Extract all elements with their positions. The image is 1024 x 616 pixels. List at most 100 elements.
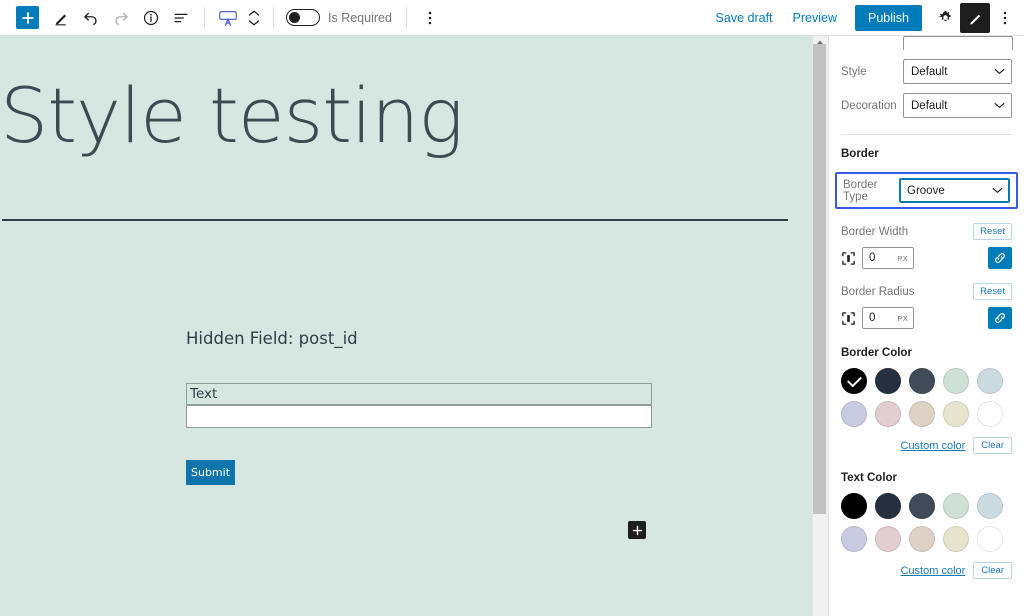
- save-draft-button[interactable]: Save draft: [706, 11, 783, 25]
- redo-icon[interactable]: [106, 3, 136, 33]
- text-color-clear-button[interactable]: Clear: [973, 562, 1012, 579]
- color-swatch[interactable]: [875, 368, 901, 394]
- styles-brush-button[interactable]: [960, 2, 990, 33]
- color-swatch[interactable]: [909, 401, 935, 427]
- link-icon: [995, 313, 1005, 323]
- border-type-row: Border Type Groove: [835, 172, 1018, 209]
- border-radius-unit: PX: [897, 313, 908, 323]
- toolbar-divider-3: [405, 6, 407, 29]
- text-color-title: Text Color: [841, 472, 898, 484]
- separator-block[interactable]: [2, 219, 788, 221]
- chevron-down-icon: [248, 19, 260, 25]
- border-custom-color-link[interactable]: Custom color: [901, 440, 966, 452]
- color-swatch[interactable]: [943, 493, 969, 519]
- editor-header: Is Required Save draft Preview Publish: [0, 0, 1024, 36]
- settings-gear-icon[interactable]: [930, 3, 960, 33]
- border-color-clear-button[interactable]: Clear: [973, 437, 1012, 454]
- canvas-scrollbar-thumb[interactable]: [813, 44, 826, 514]
- block-settings-sidebar: Style Default Decoration Default Border …: [828, 36, 1024, 616]
- border-width-label: Border Width: [841, 225, 909, 238]
- border-width-input[interactable]: 0 PX: [862, 247, 914, 269]
- preview-button[interactable]: Preview: [783, 11, 847, 25]
- color-swatch[interactable]: [977, 526, 1003, 552]
- color-swatch[interactable]: [943, 368, 969, 394]
- text-input[interactable]: [186, 405, 652, 428]
- hidden-field-block[interactable]: Hidden Field: post_id: [186, 329, 358, 348]
- color-swatch[interactable]: [875, 493, 901, 519]
- color-swatch[interactable]: [841, 526, 867, 552]
- color-swatch[interactable]: [977, 401, 1003, 427]
- edit-tool-icon[interactable]: [46, 3, 76, 33]
- decoration-select-value: Default: [911, 99, 948, 112]
- decoration-label: Decoration: [841, 99, 897, 112]
- block-appender-button[interactable]: [628, 521, 646, 539]
- is-required-label: Is Required: [328, 10, 392, 25]
- decoration-row: Decoration Default: [841, 93, 1012, 118]
- border-color-title: Border Color: [841, 347, 912, 359]
- border-type-select[interactable]: Groove: [899, 178, 1010, 203]
- more-options-icon[interactable]: [990, 3, 1020, 33]
- color-swatch[interactable]: [977, 368, 1003, 394]
- scrolled-off-select[interactable]: [903, 36, 1013, 50]
- chevron-up-icon: [248, 10, 260, 16]
- block-options-icon[interactable]: [415, 3, 445, 33]
- style-label: Style: [841, 65, 867, 78]
- input-field-block-icon[interactable]: [213, 3, 243, 33]
- undo-icon[interactable]: [76, 3, 106, 33]
- move-block-buttons[interactable]: [243, 3, 265, 33]
- border-radius-value: 0: [869, 312, 876, 324]
- color-swatch[interactable]: [875, 526, 901, 552]
- toggle-switch[interactable]: [286, 9, 320, 26]
- border-radius-reset-button[interactable]: Reset: [973, 283, 1012, 300]
- border-radius-header: Border Radius Reset: [841, 283, 1012, 300]
- border-radius-input[interactable]: 0 PX: [862, 307, 914, 329]
- text-field-label[interactable]: Text: [186, 383, 652, 405]
- border-width-unit: PX: [897, 253, 908, 263]
- publish-button[interactable]: Publish: [855, 4, 922, 31]
- toolbar-divider-2: [273, 6, 274, 29]
- is-required-toggle[interactable]: Is Required: [286, 9, 392, 26]
- style-row: Style Default: [841, 59, 1012, 84]
- sidebar-divider: [841, 134, 1012, 135]
- color-swatch[interactable]: [943, 401, 969, 427]
- color-swatch[interactable]: [977, 493, 1003, 519]
- toggle-knob: [289, 12, 300, 23]
- border-radius-label: Border Radius: [841, 285, 915, 298]
- chevron-down-icon: [992, 185, 1003, 197]
- border-color-swatches: [841, 368, 1012, 427]
- list-view-icon[interactable]: [166, 3, 196, 33]
- color-swatch[interactable]: [909, 493, 935, 519]
- add-block-button[interactable]: [16, 6, 39, 29]
- color-swatch[interactable]: [841, 493, 867, 519]
- link-icon: [995, 253, 1005, 263]
- style-select-value: Default: [911, 65, 948, 78]
- border-width-value: 0: [869, 252, 876, 264]
- details-info-icon[interactable]: [136, 3, 166, 33]
- border-color-actions: Custom color Clear: [841, 437, 1012, 454]
- color-swatch[interactable]: [943, 526, 969, 552]
- border-radius-link-button[interactable]: [988, 307, 1012, 329]
- border-width-reset-button[interactable]: Reset: [973, 223, 1012, 240]
- color-swatch[interactable]: [841, 368, 867, 394]
- post-title[interactable]: Style testing: [0, 76, 760, 156]
- text-color-actions: Custom color Clear: [841, 562, 1012, 579]
- editor-canvas[interactable]: Style testing Hidden Field: post_id Text…: [0, 36, 812, 616]
- all-corners-icon[interactable]: [841, 311, 856, 326]
- color-swatch[interactable]: [909, 526, 935, 552]
- all-sides-icon[interactable]: [841, 251, 856, 266]
- decoration-select[interactable]: Default: [903, 93, 1012, 118]
- border-radius-controls: 0 PX: [841, 307, 1012, 329]
- color-swatch[interactable]: [841, 401, 867, 427]
- border-width-header: Border Width Reset: [841, 223, 1012, 240]
- chevron-down-icon: [994, 100, 1005, 112]
- submit-button[interactable]: Submit: [186, 460, 235, 485]
- text-custom-color-link[interactable]: Custom color: [901, 565, 966, 577]
- header-left-tools: Is Required: [0, 0, 445, 35]
- toolbar-divider-1: [204, 6, 205, 29]
- color-swatch[interactable]: [909, 368, 935, 394]
- border-section-title: Border: [841, 148, 879, 160]
- border-width-link-button[interactable]: [988, 247, 1012, 269]
- color-swatch[interactable]: [875, 401, 901, 427]
- style-select[interactable]: Default: [903, 59, 1012, 84]
- border-type-label: Border Type: [843, 178, 878, 203]
